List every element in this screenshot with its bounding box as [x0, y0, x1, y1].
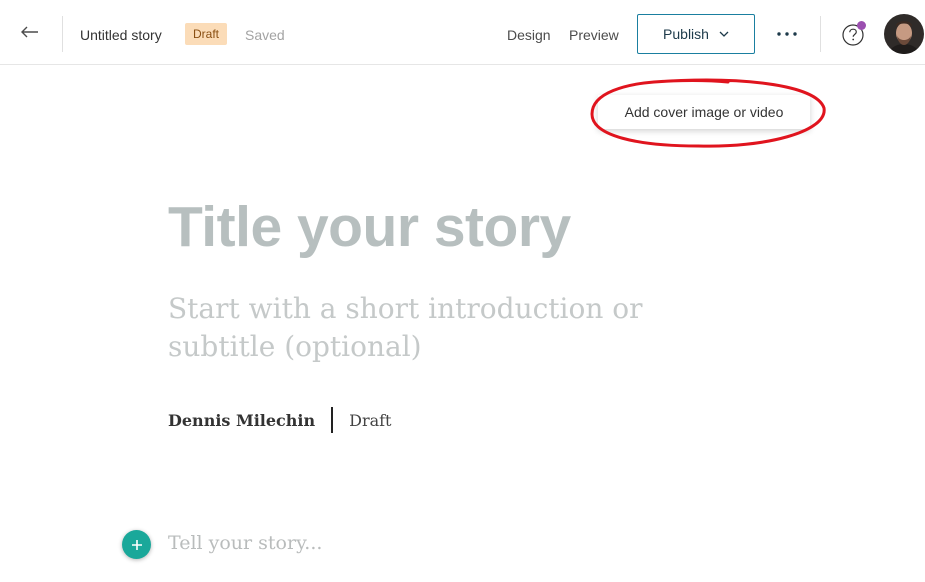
divider — [820, 16, 821, 52]
plus-icon — [131, 539, 142, 550]
status-badge: Draft — [185, 23, 228, 45]
byline-status: Draft — [349, 410, 392, 430]
story-title-input[interactable]: Title your story — [168, 194, 571, 260]
more-options-button[interactable] — [772, 20, 802, 48]
help-button[interactable] — [840, 20, 868, 48]
divider — [62, 16, 63, 52]
story-body-input[interactable]: Tell your story... — [168, 532, 322, 554]
publish-label: Publish — [663, 26, 709, 42]
back-arrow-icon — [21, 26, 38, 38]
byline: Dennis Milechin Draft — [168, 407, 391, 433]
help-icon — [842, 21, 866, 46]
notification-dot — [857, 21, 866, 30]
user-avatar-icon — [884, 14, 924, 54]
story-name[interactable]: Untitled story — [80, 27, 162, 43]
preview-button[interactable]: Preview — [569, 27, 619, 43]
avatar[interactable] — [884, 14, 924, 54]
byline-divider — [331, 407, 334, 433]
add-block-button[interactable] — [122, 530, 151, 559]
design-button[interactable]: Design — [507, 27, 551, 43]
author-name: Dennis Milechin — [168, 410, 316, 430]
story-subtitle-input[interactable]: Start with a short introduction or subti… — [168, 290, 728, 366]
back-button[interactable] — [16, 18, 44, 46]
top-toolbar: Untitled story Draft Saved Design Previe… — [0, 0, 925, 65]
save-status: Saved — [245, 27, 285, 43]
chevron-down-icon — [719, 31, 729, 37]
story-builder: Untitled story Draft Saved Design Previe… — [0, 0, 925, 582]
more-horizontal-icon — [777, 32, 797, 36]
add-cover-button[interactable]: Add cover image or video — [598, 95, 810, 129]
publish-button[interactable]: Publish — [637, 14, 755, 54]
